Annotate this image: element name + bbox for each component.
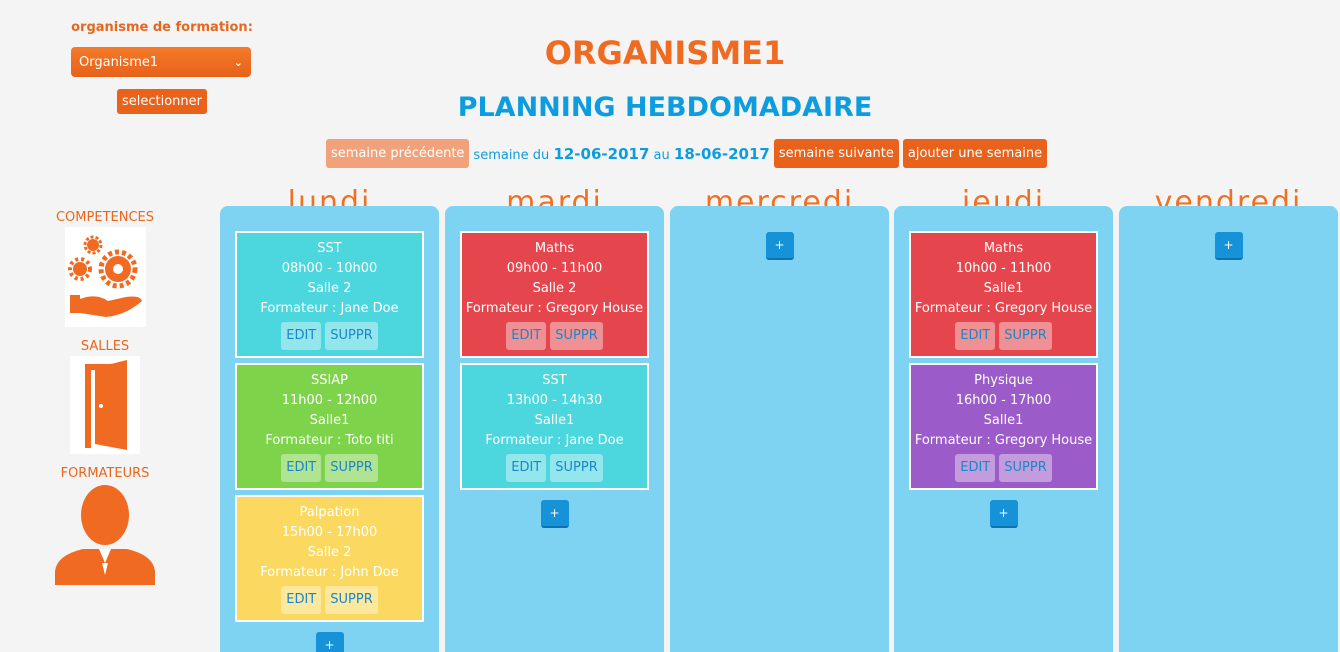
delete-button[interactable]: SUPPR [325,454,378,482]
delete-button[interactable]: SUPPR [550,454,603,482]
delete-button[interactable]: SUPPR [999,322,1052,350]
next-week-button[interactable]: semaine suivante [773,139,899,168]
add-session-button[interactable]: + [765,232,794,260]
session-trainer: Formateur : Gregory House [465,301,644,316]
session-title: Maths [534,241,575,256]
session-actions: EDIT SUPPR [462,322,647,350]
edit-button[interactable]: EDIT [955,322,996,350]
sidebar-item-label: SALLES [80,339,130,354]
session-card: Maths 10h00 - 11h00 Salle1 Formateur : Greg… [909,231,1098,358]
session-time: 15h00 - 17h00 [281,525,378,540]
session-room: Salle1 [983,413,1024,428]
session-trainer: Formateur : Jane Doe [260,301,399,316]
session-card: SST 13h00 - 14h30 Salle1 Formateur : Jane D… [460,363,649,490]
gears-hand-icon [64,227,146,327]
day-column-lundi: SST 08h00 - 10h00 Salle 2 Formateur : Jane … [220,206,439,652]
page-title: ORGANISME1 [544,34,786,72]
session-actions: EDIT SUPPR [237,586,422,614]
org-label: organisme de formation: [71,20,253,35]
week-navigation: semaine précédente semaine du 12-06-2017… [326,139,1048,168]
day-column-mercredi: + [670,206,889,652]
delete-button[interactable]: SUPPR [999,454,1052,482]
add-session-button[interactable]: + [540,500,569,528]
session-title: SST [317,241,342,256]
session-card: Palpation 15h00 - 17h00 Salle 2 Formateur :… [235,495,424,622]
session-time: 11h00 - 12h00 [281,393,378,408]
sidebar-item-competences[interactable]: COMPETENCES [50,210,160,327]
session-card: Physique 16h00 - 17h00 Salle1 Formateur : G… [909,363,1098,490]
session-room: Salle 2 [532,281,577,296]
session-actions: EDIT SUPPR [237,454,422,482]
session-card: SSIAP 11h00 - 12h00 Salle1 Formateur : Toto… [235,363,424,490]
session-room: Salle1 [534,413,575,428]
session-time: 08h00 - 10h00 [281,261,378,276]
side-menu: COMPETENCES SALLES FORMATEURS [50,210,160,597]
day-column-mardi: Maths 09h00 - 11h00 Salle 2 Formateur : Gre… [445,206,664,652]
sidebar-item-formateurs[interactable]: FORMATEURS [50,466,160,585]
week-start-date: 12-06-2017 [553,144,650,163]
edit-button[interactable]: EDIT [281,322,322,350]
week-end-date: 18-06-2017 [673,144,770,163]
session-trainer: Formateur : Gregory House [914,433,1093,448]
delete-button[interactable]: SUPPR [325,322,378,350]
session-trainer: Formateur : John Doe [260,565,399,580]
door-icon [70,356,140,454]
session-title: Physique [974,373,1033,388]
add-session-button[interactable]: + [989,500,1018,528]
prev-week-button[interactable]: semaine précédente [326,139,470,168]
edit-button[interactable]: EDIT [506,454,547,482]
session-title: SSIAP [310,373,349,388]
sidebar-item-label: COMPETENCES [55,210,154,225]
session-title: SST [542,373,567,388]
session-title: Maths [983,241,1024,256]
week-range: semaine du 12-06-2017 au 18-06-2017 [473,145,769,163]
page-subtitle: PLANNING HEBDOMADAIRE [457,92,873,123]
edit-button[interactable]: EDIT [955,454,996,482]
session-room: Salle 2 [307,281,352,296]
session-actions: EDIT SUPPR [462,454,647,482]
day-column-vendredi: + [1119,206,1338,652]
session-time: 10h00 - 11h00 [955,261,1052,276]
add-session-button[interactable]: + [1214,232,1243,260]
session-card: Maths 09h00 - 11h00 Salle 2 Formateur : Gre… [460,231,649,358]
sidebar-item-label: FORMATEURS [60,466,150,481]
session-actions: EDIT SUPPR [911,454,1096,482]
session-actions: EDIT SUPPR [911,322,1096,350]
edit-button[interactable]: EDIT [506,322,547,350]
sidebar-item-salles[interactable]: SALLES [50,339,160,454]
session-time: 09h00 - 11h00 [506,261,603,276]
session-time: 13h00 - 14h30 [506,393,603,408]
session-trainer: Formateur : Toto titi [265,433,394,448]
delete-button[interactable]: SUPPR [550,322,603,350]
session-trainer: Formateur : Gregory House [914,301,1093,316]
session-room: Salle1 [309,413,350,428]
session-card: SST 08h00 - 10h00 Salle 2 Formateur : Jane … [235,231,424,358]
edit-button[interactable]: EDIT [281,586,322,614]
person-icon [55,483,155,585]
delete-button[interactable]: SUPPR [325,586,378,614]
session-trainer: Formateur : Jane Doe [485,433,624,448]
edit-button[interactable]: EDIT [281,454,322,482]
session-room: Salle1 [983,281,1024,296]
session-room: Salle 2 [307,545,352,560]
session-time: 16h00 - 17h00 [955,393,1052,408]
session-actions: EDIT SUPPR [237,322,422,350]
session-title: Palpation [299,505,360,520]
week-range-sep: au [653,147,670,163]
day-column-jeudi: Maths 10h00 - 11h00 Salle1 Formateur : Greg… [894,206,1113,652]
week-range-prefix: semaine du [473,147,550,163]
add-week-button[interactable]: ajouter une semaine [902,139,1048,168]
add-session-button[interactable]: + [315,632,344,652]
